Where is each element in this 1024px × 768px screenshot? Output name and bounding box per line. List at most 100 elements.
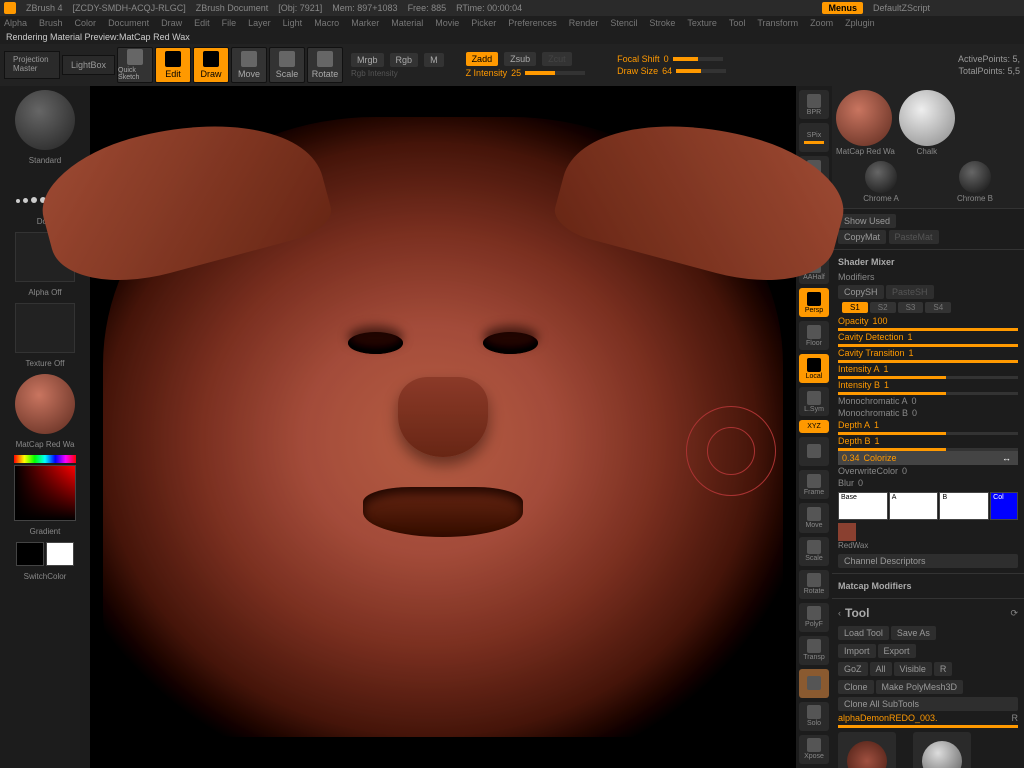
persp-button[interactable]: Persp <box>799 288 829 317</box>
menu-light[interactable]: Light <box>283 18 303 28</box>
cavity-transition-slider[interactable]: Cavity Transition 1 <box>838 347 1018 359</box>
bpr-button[interactable]: BPR <box>799 90 829 119</box>
menu-tool[interactable]: Tool <box>729 18 746 28</box>
grid-button[interactable] <box>799 437 829 466</box>
zcut-button[interactable]: Zcut <box>542 52 572 66</box>
swatch-base[interactable]: Base <box>838 492 888 520</box>
menu-edit[interactable]: Edit <box>194 18 210 28</box>
subtool-sphere[interactable] <box>913 732 971 768</box>
switch-color-label[interactable]: SwitchColor <box>24 572 67 581</box>
projection-master-button[interactable]: Projection Master <box>4 51 60 79</box>
menu-stencil[interactable]: Stencil <box>610 18 637 28</box>
hue-strip[interactable] <box>14 455 76 463</box>
ghost-button[interactable] <box>799 669 829 698</box>
rotate-vp-button[interactable]: Rotate <box>799 570 829 599</box>
material-chrome-b[interactable] <box>959 161 991 193</box>
goz-button[interactable]: GoZ <box>838 662 868 676</box>
copymat-button[interactable]: CopyMat <box>838 230 886 244</box>
goz-r-button[interactable]: R <box>934 662 953 676</box>
import-button[interactable]: Import <box>838 644 876 658</box>
material-preview[interactable] <box>15 374 75 434</box>
move-button[interactable]: Move <box>231 47 267 83</box>
blur-slider[interactable]: Blur 0 <box>838 477 1018 489</box>
focal-shift-slider[interactable] <box>673 57 723 61</box>
menu-alpha[interactable]: Alpha <box>4 18 27 28</box>
clone-button[interactable]: Clone <box>838 680 874 694</box>
lightbox-button[interactable]: LightBox <box>62 55 115 75</box>
shader-tab-s1[interactable]: S1 <box>842 302 868 313</box>
quick-sketch-button[interactable]: Quick Sketch <box>117 47 153 83</box>
pastemat-button[interactable]: PasteMat <box>889 230 939 244</box>
draw-button[interactable]: Draw <box>193 47 229 83</box>
menu-color[interactable]: Color <box>75 18 97 28</box>
depth-b-slider[interactable]: Depth B 1 <box>838 435 1018 447</box>
colorize-slider[interactable]: 0.34 Colorize↔ <box>838 451 1018 465</box>
export-button[interactable]: Export <box>878 644 916 658</box>
solo-button[interactable]: Solo <box>799 702 829 731</box>
shader-tab-s3[interactable]: S3 <box>898 302 924 313</box>
rgb-button[interactable]: Rgb <box>390 53 419 67</box>
spix-button[interactable]: SPix <box>799 123 829 152</box>
color-swatch-black[interactable] <box>16 542 44 566</box>
copysh-button[interactable]: CopySH <box>838 285 884 299</box>
move-vp-button[interactable]: Move <box>799 503 829 532</box>
chevron-left-icon[interactable]: ‹ <box>838 608 841 618</box>
rotate-button[interactable]: Rotate <box>307 47 343 83</box>
transp-button[interactable]: Transp <box>799 636 829 665</box>
show-used-button[interactable]: Show Used <box>838 214 896 228</box>
subtool-demon[interactable] <box>838 732 896 768</box>
menu-texture[interactable]: Texture <box>687 18 717 28</box>
menu-brush[interactable]: Brush <box>39 18 63 28</box>
color-swatch-white[interactable] <box>46 542 74 566</box>
refresh-icon[interactable]: ⟳ <box>1010 608 1018 619</box>
menu-zplugin[interactable]: Zplugin <box>845 18 875 28</box>
material-chrome-a[interactable] <box>865 161 897 193</box>
intensity-a-slider[interactable]: Intensity A 1 <box>838 363 1018 375</box>
menu-picker[interactable]: Picker <box>471 18 496 28</box>
xyz-button[interactable]: XYZ <box>799 420 829 433</box>
load-tool-button[interactable]: Load Tool <box>838 626 889 640</box>
channel-descriptors-button[interactable]: Channel Descriptors <box>838 554 1018 568</box>
menu-marker[interactable]: Marker <box>351 18 379 28</box>
zadd-button[interactable]: Zadd <box>466 52 499 66</box>
z-intensity-slider[interactable] <box>525 71 585 75</box>
swatch-col[interactable]: Col <box>990 492 1018 520</box>
edit-button[interactable]: Edit <box>155 47 191 83</box>
menu-layer[interactable]: Layer <box>248 18 271 28</box>
intensity-b-slider[interactable]: Intensity B 1 <box>838 379 1018 391</box>
mono-a-slider[interactable]: Monochromatic A 0 <box>838 395 1018 407</box>
menu-document[interactable]: Document <box>108 18 149 28</box>
menu-macro[interactable]: Macro <box>314 18 339 28</box>
material-redwax[interactable] <box>836 90 892 146</box>
menu-movie[interactable]: Movie <box>435 18 459 28</box>
shader-tab-s2[interactable]: S2 <box>870 302 896 313</box>
depth-a-slider[interactable]: Depth A 1 <box>838 419 1018 431</box>
make-polymesh-button[interactable]: Make PolyMesh3D <box>876 680 964 694</box>
polyf-button[interactable]: PolyF <box>799 603 829 632</box>
mrgb-button[interactable]: Mrgb <box>351 53 384 67</box>
shader-tab-s4[interactable]: S4 <box>925 302 951 313</box>
menu-material[interactable]: Material <box>391 18 423 28</box>
clone-subtools-button[interactable]: Clone All SubTools <box>838 697 1018 711</box>
redwax-swatch[interactable] <box>838 523 856 541</box>
menu-stroke[interactable]: Stroke <box>649 18 675 28</box>
overwrite-color-slider[interactable]: OverwriteColor 0 <box>838 465 1018 477</box>
scale-button[interactable]: Scale <box>269 47 305 83</box>
goz-visible-button[interactable]: Visible <box>894 662 932 676</box>
goz-all-button[interactable]: All <box>870 662 892 676</box>
menu-preferences[interactable]: Preferences <box>508 18 557 28</box>
menu-transform[interactable]: Transform <box>757 18 798 28</box>
zsub-button[interactable]: Zsub <box>504 52 536 66</box>
brush-preview[interactable] <box>15 90 75 150</box>
texture-slot[interactable] <box>15 303 75 353</box>
pastesh-button[interactable]: PasteSH <box>886 285 934 299</box>
swatch-b[interactable]: B <box>939 492 989 520</box>
frame-button[interactable]: Frame <box>799 470 829 499</box>
m-button[interactable]: M <box>424 53 444 67</box>
menu-file[interactable]: File <box>222 18 237 28</box>
floor-button[interactable]: Floor <box>799 321 829 350</box>
material-chalk[interactable] <box>899 90 955 146</box>
menu-draw[interactable]: Draw <box>161 18 182 28</box>
cavity-detection-slider[interactable]: Cavity Detection 1 <box>838 331 1018 343</box>
menu-render[interactable]: Render <box>569 18 599 28</box>
